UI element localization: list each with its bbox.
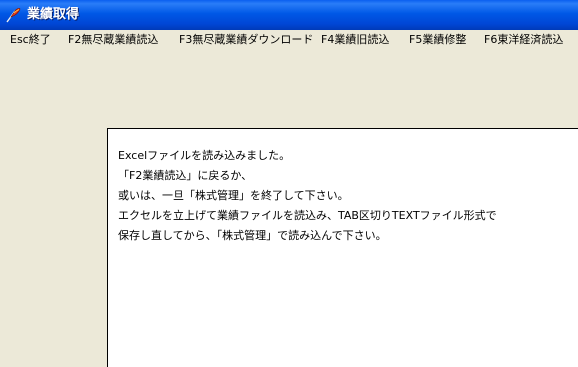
menu-item-f2-mujinzo-read[interactable]: F2無尽蔵業績読込 <box>68 32 158 47</box>
message-line: Excelファイルを読み込みました。 <box>118 149 291 162</box>
menu-bar: Esc終了 F2無尽蔵業績読込 F3無尽蔵業績ダウンロード F4業績旧読込 F5… <box>0 30 578 49</box>
window-title: 業績取得 <box>27 7 80 22</box>
menu-item-f3-mujinzo-download[interactable]: F3無尽蔵業績ダウンロード <box>179 32 313 47</box>
message-line: 保存し直してから、「株式管理」で読み込んで下さい。 <box>118 229 387 242</box>
message-line: エクセルを立上げて業績ファイルを読込み、TAB区切りTEXTファイル形式で <box>118 209 497 222</box>
title-bar[interactable]: 業績取得 <box>0 0 578 30</box>
menu-item-f4-old-read[interactable]: F4業績旧読込 <box>321 32 389 47</box>
message-text: Excelファイルを読み込みました。 「F2業績読込」に戻るか、 或いは、一旦「… <box>118 146 568 246</box>
menu-item-esc-exit[interactable]: Esc終了 <box>10 32 51 47</box>
menu-item-f5-edit[interactable]: F5業績修整 <box>409 32 466 47</box>
message-line: 「F2業績読込」に戻るか、 <box>118 169 253 182</box>
message-panel: Excelファイルを読み込みました。 「F2業績読込」に戻るか、 或いは、一旦「… <box>107 128 578 367</box>
app-feather-icon <box>5 7 21 23</box>
menu-item-f6-toyokeizai-read[interactable]: F6東洋経済読込 <box>484 32 563 47</box>
message-line: 或いは、一旦「株式管理」を終了して下さい。 <box>118 189 349 202</box>
